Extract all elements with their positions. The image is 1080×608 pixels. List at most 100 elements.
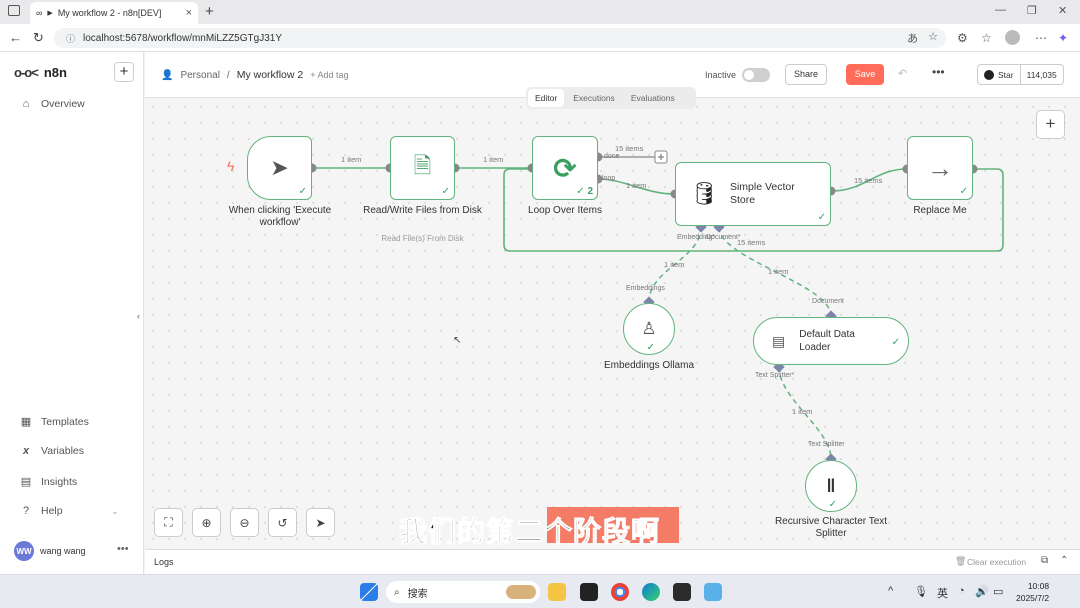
node-text-splitter[interactable]: ‖ ✓: [805, 460, 857, 512]
port-label: Document: [812, 298, 844, 305]
url-field[interactable]: ⓘ localhost:5678/workflow/mnMiLZZ5GTgJ31…: [54, 28, 946, 48]
node-manual-trigger[interactable]: ➤ ✓: [247, 136, 312, 200]
node-label: Read/Write Files from Disk: [363, 205, 482, 216]
user-menu[interactable]: WW wang wang: [14, 541, 86, 561]
sidebar-item-label: Insights: [41, 475, 78, 488]
tab-evaluations[interactable]: Evaluations: [624, 89, 682, 107]
tidy-up-button[interactable]: ➤: [306, 508, 335, 537]
port-label: loop: [602, 175, 616, 182]
app-icon[interactable]: [580, 583, 598, 601]
person-icon: 👤: [161, 69, 174, 81]
sidebar-item-templates[interactable]: ▦ Templates: [20, 415, 89, 429]
minimize-icon[interactable]: —: [995, 4, 1006, 16]
add-node-button[interactable]: +: [1036, 110, 1065, 139]
site-info-icon[interactable]: ⓘ: [66, 32, 75, 45]
node-default-data-loader[interactable]: ▤ Default Data Loader ✓: [753, 317, 909, 365]
success-check-icon: ✓: [828, 499, 837, 510]
translate-icon[interactable]: あ: [907, 30, 918, 46]
ime-indicator[interactable]: 英: [937, 585, 948, 601]
volume-icon[interactable]: 🔊: [975, 585, 989, 598]
chevron-up-icon[interactable]: ^: [888, 585, 893, 597]
zoom-out-icon: ⊖: [239, 515, 250, 530]
share-button[interactable]: Share: [785, 64, 827, 85]
star-label: Star: [998, 69, 1014, 80]
editor-tabs: Editor Executions Evaluations: [526, 87, 696, 109]
create-button[interactable]: +: [114, 62, 134, 82]
chrome-icon[interactable]: [611, 583, 629, 601]
popout-icon[interactable]: ⧉: [1041, 555, 1048, 566]
workflow-name[interactable]: My workflow 2: [237, 69, 304, 81]
browser-tab-bar: ∞ ▶ My workflow 2 - n8n[DEV] × + — ❐ ✕: [0, 0, 1080, 24]
favorites-icon[interactable]: ☆: [981, 31, 992, 45]
back-icon[interactable]: ←: [9, 30, 22, 45]
refresh-icon[interactable]: ↻: [33, 30, 44, 46]
new-tab-icon[interactable]: +: [205, 3, 214, 20]
node-loop-over-items[interactable]: ⟳ ✓ 2: [532, 136, 598, 200]
browser-profile-avatar[interactable]: [1005, 30, 1020, 45]
node-embeddings-ollama[interactable]: ♙ ✓: [623, 303, 675, 355]
terminal-icon[interactable]: [673, 583, 691, 601]
node-label: Replace Me: [913, 205, 967, 216]
user-more-icon[interactable]: •••: [117, 543, 129, 555]
n8n-sidebar: o-o< n8n + ⌂ Overview ▦ Templates x Vari…: [0, 52, 144, 574]
sidebar-item-overview[interactable]: ⌂ Overview: [20, 98, 85, 110]
breadcrumb-personal[interactable]: Personal: [180, 70, 219, 81]
clock-date: 2025/7/2: [1016, 593, 1050, 603]
success-check-icon: ✓: [891, 337, 900, 348]
file-explorer-icon[interactable]: [548, 583, 566, 601]
undo-icon[interactable]: ↶: [898, 67, 907, 80]
sidebar-toggle-icon[interactable]: [8, 5, 20, 16]
more-options-icon[interactable]: •••: [932, 65, 945, 79]
zoom-out-button[interactable]: ⊖: [230, 508, 259, 537]
reset-zoom-button[interactable]: ↺: [268, 508, 297, 537]
port-label: Text Splitter*: [755, 372, 795, 379]
collapse-sidebar-icon[interactable]: ‹: [137, 311, 140, 321]
github-star-button[interactable]: Star 114,035: [977, 64, 1064, 85]
save-button[interactable]: Save: [846, 64, 884, 85]
clear-execution-button[interactable]: Clear execution: [967, 557, 1026, 567]
wire-label: 15 items: [854, 176, 883, 185]
maximize-icon[interactable]: ❐: [1027, 4, 1037, 17]
node-replace-me[interactable]: → ✓: [907, 136, 973, 200]
notepad-icon[interactable]: [704, 583, 722, 601]
n8n-logo[interactable]: o-o< n8n: [14, 65, 67, 80]
sidebar-item-label: Templates: [41, 415, 89, 428]
copilot-icon[interactable]: ✦: [1058, 31, 1068, 45]
wifi-icon[interactable]: ◔: [958, 585, 965, 597]
microphone-icon[interactable]: 🎙: [914, 585, 928, 598]
add-tag-button[interactable]: + Add tag: [310, 70, 348, 80]
sidebar-item-variables[interactable]: x Variables: [20, 445, 84, 457]
logs-panel[interactable]: Logs 🗑 Clear execution ⧉ ⌃: [145, 549, 1080, 574]
workflow-canvas[interactable]: ϟ ➤ ✓ When clicking 'Execute workflow' 🗎…: [145, 99, 1080, 548]
zoom-in-button[interactable]: ⊕: [192, 508, 221, 537]
tab-executions[interactable]: Executions: [566, 89, 622, 107]
fit-view-button[interactable]: ⛶: [154, 508, 183, 537]
run-count: 2: [587, 186, 593, 197]
expand-icon[interactable]: ⌃: [1060, 555, 1068, 566]
splitter-icon: ‖: [826, 475, 836, 496]
close-tab-icon[interactable]: ×: [186, 7, 192, 19]
windows-start-icon[interactable]: [360, 583, 378, 601]
browser-tab[interactable]: ∞ ▶ My workflow 2 - n8n[DEV] ×: [30, 2, 198, 24]
sidebar-item-label: Help: [41, 505, 63, 517]
close-window-icon[interactable]: ✕: [1058, 4, 1067, 17]
success-check-icon: ✓: [441, 186, 450, 197]
browser-menu-icon[interactable]: ⋯: [1035, 31, 1047, 45]
bookmark-star-icon[interactable]: ☆: [928, 30, 938, 46]
sidebar-item-help[interactable]: ? Help ⌄: [20, 505, 118, 517]
breadcrumb-separator: /: [226, 69, 230, 81]
trash-icon: 🗑: [955, 556, 967, 566]
clock-time: 10:08: [1027, 581, 1050, 591]
taskbar-search[interactable]: ⌕ 搜索: [386, 581, 540, 603]
node-read-write-files[interactable]: 🗎 ✓: [390, 136, 455, 200]
active-toggle[interactable]: [742, 68, 770, 82]
battery-icon[interactable]: ▭: [993, 585, 1003, 598]
taskbar-clock[interactable]: 10:08 2025/7/2: [1016, 580, 1049, 604]
node-simple-vector-store[interactable]: 🛢 Simple Vector Store ✓: [675, 162, 831, 226]
tab-title: My workflow 2 - n8n[DEV]: [57, 8, 162, 18]
database-icon: 🛢: [690, 181, 718, 206]
extensions-icon[interactable]: ⚙: [957, 31, 968, 45]
tab-editor[interactable]: Editor: [528, 89, 565, 107]
sidebar-item-insights[interactable]: ▤ Insights: [20, 475, 78, 489]
edge-icon[interactable]: [642, 583, 660, 601]
